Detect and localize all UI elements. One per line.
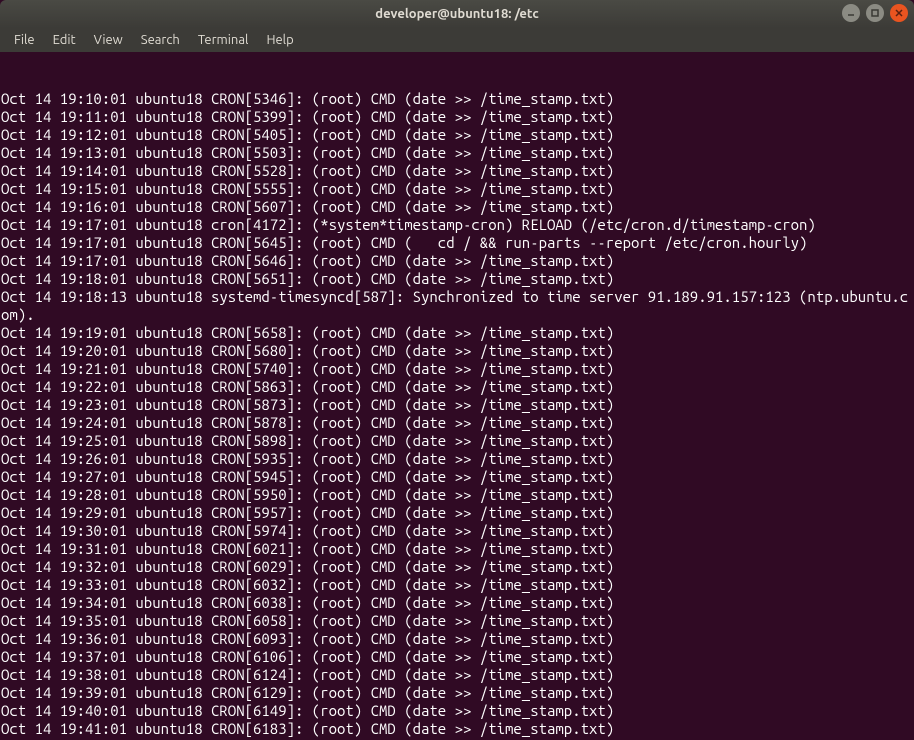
- terminal-line: Oct 14 19:17:01 ubuntu18 cron[4172]: (*s…: [1, 216, 913, 234]
- window-titlebar: developer@ubuntu18: /etc: [0, 0, 914, 28]
- terminal-line: Oct 14 19:29:01 ubuntu18 CRON[5957]: (ro…: [1, 504, 913, 522]
- menubar: File Edit View Search Terminal Help: [0, 28, 914, 52]
- minimize-icon: [846, 8, 856, 18]
- menu-view[interactable]: View: [86, 31, 131, 49]
- terminal-line: Oct 14 19:18:01 ubuntu18 CRON[5651]: (ro…: [1, 270, 913, 288]
- terminal-line: Oct 14 19:25:01 ubuntu18 CRON[5898]: (ro…: [1, 432, 913, 450]
- terminal-line: Oct 14 19:14:01 ubuntu18 CRON[5528]: (ro…: [1, 162, 913, 180]
- terminal-line: Oct 14 19:31:01 ubuntu18 CRON[6021]: (ro…: [1, 540, 913, 558]
- window-title: developer@ubuntu18: /etc: [0, 7, 914, 21]
- terminal-line: Oct 14 19:34:01 ubuntu18 CRON[6038]: (ro…: [1, 594, 913, 612]
- close-icon: [894, 8, 904, 18]
- terminal-line: Oct 14 19:27:01 ubuntu18 CRON[5945]: (ro…: [1, 468, 913, 486]
- terminal-line: Oct 14 19:20:01 ubuntu18 CRON[5680]: (ro…: [1, 342, 913, 360]
- menu-edit[interactable]: Edit: [45, 31, 84, 49]
- terminal-line: Oct 14 19:22:01 ubuntu18 CRON[5863]: (ro…: [1, 378, 913, 396]
- terminal-output: Oct 14 19:10:01 ubuntu18 CRON[5346]: (ro…: [1, 90, 913, 740]
- terminal-line: Oct 14 19:39:01 ubuntu18 CRON[6129]: (ro…: [1, 684, 913, 702]
- maximize-button[interactable]: [866, 4, 884, 22]
- terminal-line: Oct 14 19:17:01 ubuntu18 CRON[5646]: (ro…: [1, 252, 913, 270]
- window-controls: [842, 4, 908, 22]
- terminal-line: Oct 14 19:41:01 ubuntu18 CRON[6183]: (ro…: [1, 720, 913, 738]
- menu-help[interactable]: Help: [258, 31, 301, 49]
- terminal-line: Oct 14 19:12:01 ubuntu18 CRON[5405]: (ro…: [1, 126, 913, 144]
- menu-terminal[interactable]: Terminal: [190, 31, 257, 49]
- menu-file[interactable]: File: [6, 31, 43, 49]
- terminal-viewport[interactable]: Oct 14 19:10:01 ubuntu18 CRON[5346]: (ro…: [0, 52, 914, 740]
- terminal-line: Oct 14 19:28:01 ubuntu18 CRON[5950]: (ro…: [1, 486, 913, 504]
- terminal-line: Oct 14 19:15:01 ubuntu18 CRON[5555]: (ro…: [1, 180, 913, 198]
- terminal-line: Oct 14 19:18:13 ubuntu18 systemd-timesyn…: [1, 288, 913, 324]
- terminal-line: Oct 14 19:36:01 ubuntu18 CRON[6093]: (ro…: [1, 630, 913, 648]
- close-button[interactable]: [890, 4, 908, 22]
- terminal-line: Oct 14 19:24:01 ubuntu18 CRON[5878]: (ro…: [1, 414, 913, 432]
- terminal-line: Oct 14 19:30:01 ubuntu18 CRON[5974]: (ro…: [1, 522, 913, 540]
- terminal-line: Oct 14 19:17:01 ubuntu18 CRON[5645]: (ro…: [1, 234, 913, 252]
- terminal-line: Oct 14 19:40:01 ubuntu18 CRON[6149]: (ro…: [1, 702, 913, 720]
- terminal-line: Oct 14 19:13:01 ubuntu18 CRON[5503]: (ro…: [1, 144, 913, 162]
- terminal-line: Oct 14 19:23:01 ubuntu18 CRON[5873]: (ro…: [1, 396, 913, 414]
- terminal-line: Oct 14 19:21:01 ubuntu18 CRON[5740]: (ro…: [1, 360, 913, 378]
- minimize-button[interactable]: [842, 4, 860, 22]
- terminal-line: Oct 14 19:32:01 ubuntu18 CRON[6029]: (ro…: [1, 558, 913, 576]
- terminal-line: Oct 14 19:38:01 ubuntu18 CRON[6124]: (ro…: [1, 666, 913, 684]
- menu-search[interactable]: Search: [133, 31, 188, 49]
- terminal-line: Oct 14 19:19:01 ubuntu18 CRON[5658]: (ro…: [1, 324, 913, 342]
- maximize-icon: [870, 8, 880, 18]
- terminal-line: Oct 14 19:37:01 ubuntu18 CRON[6106]: (ro…: [1, 648, 913, 666]
- terminal-line: Oct 14 19:11:01 ubuntu18 CRON[5399]: (ro…: [1, 108, 913, 126]
- terminal-line: Oct 14 19:16:01 ubuntu18 CRON[5607]: (ro…: [1, 198, 913, 216]
- terminal-line: Oct 14 19:26:01 ubuntu18 CRON[5935]: (ro…: [1, 450, 913, 468]
- terminal-line: Oct 14 19:33:01 ubuntu18 CRON[6032]: (ro…: [1, 576, 913, 594]
- terminal-line: Oct 14 19:35:01 ubuntu18 CRON[6058]: (ro…: [1, 612, 913, 630]
- terminal-line: Oct 14 19:10:01 ubuntu18 CRON[5346]: (ro…: [1, 90, 913, 108]
